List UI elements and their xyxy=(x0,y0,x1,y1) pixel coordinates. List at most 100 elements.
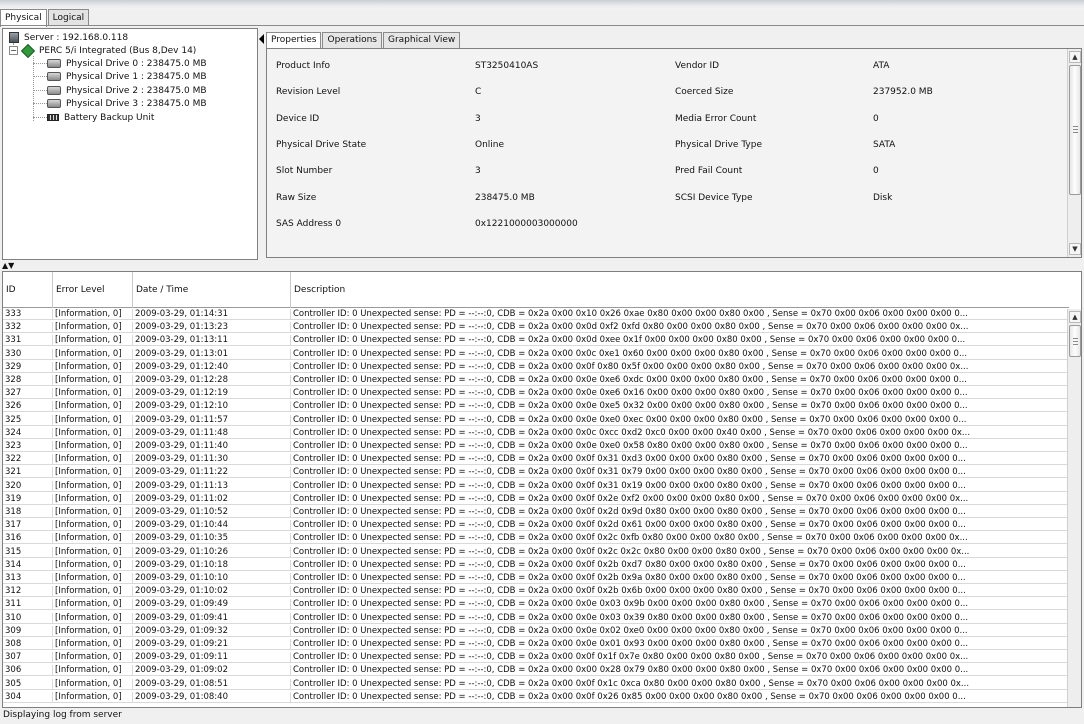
scroll-down-icon[interactable]: ▼ xyxy=(1069,243,1081,255)
table-row[interactable]: 309 [Information, 0] 2009-03-29, 01:09:32 C… xyxy=(3,625,1069,637)
collapse-toggle-icon[interactable]: − xyxy=(9,46,18,55)
tree-item-drive-2[interactable]: Physical Drive 2 : 238475.0 MB xyxy=(47,84,207,97)
table-row[interactable]: 324 [Information, 0] 2009-03-29, 01:11:48 C… xyxy=(3,427,1069,439)
tabs-divider xyxy=(0,25,1084,26)
collapse-left-arrow-icon[interactable] xyxy=(259,34,264,44)
cell-id: 306 xyxy=(3,665,53,677)
table-row[interactable]: 311 [Information, 0] 2009-03-29, 01:09:49 C… xyxy=(3,599,1069,611)
cell-description: Controller ID: 0 Unexpected sense: PD = … xyxy=(293,388,968,399)
table-row[interactable]: 320 [Information, 0] 2009-03-29, 01:11:13 C… xyxy=(3,480,1069,492)
cell-date-time: 2009-03-29, 01:11:30 xyxy=(133,454,291,466)
table-row[interactable]: 313 [Information, 0] 2009-03-29, 01:10:10 C… xyxy=(3,573,1069,584)
column-header-id[interactable]: ID xyxy=(3,272,53,308)
table-row[interactable]: 329 [Information, 0] 2009-03-29, 01:12:40 C… xyxy=(3,361,1069,373)
table-row[interactable]: 321 [Information, 0] 2009-03-29, 01:11:22 C… xyxy=(3,467,1069,479)
cell-date-time: 2009-03-29, 01:13:11 xyxy=(133,335,291,347)
cell-description: Controller ID: 0 Unexpected sense: PD = … xyxy=(293,546,970,557)
table-row[interactable]: 318 [Information, 0] 2009-03-29, 01:10:52 C… xyxy=(3,507,1069,518)
table-row[interactable]: 331 [Information, 0] 2009-03-29, 01:13:11 C… xyxy=(3,335,1069,347)
cell-id: 313 xyxy=(3,573,53,584)
grip-line xyxy=(1073,132,1078,133)
table-row[interactable]: 310 [Information, 0] 2009-03-29, 01:09:41 C… xyxy=(3,612,1069,624)
cell-id: 327 xyxy=(3,388,53,400)
cell-error-level: [Information, 0] xyxy=(53,586,133,598)
table-row[interactable]: 307 [Information, 0] 2009-03-29, 01:09:11 C… xyxy=(3,652,1069,664)
tree-item-battery[interactable]: Battery Backup Unit xyxy=(47,111,154,124)
cell-description: Controller ID: 0 Unexpected sense: PD = … xyxy=(293,361,969,372)
table-row[interactable]: 319 [Information, 0] 2009-03-29, 01:11:02 C… xyxy=(3,493,1069,505)
cell-description: Controller ID: 0 Unexpected sense: PD = … xyxy=(293,467,966,478)
tab-logical[interactable]: Logical xyxy=(47,9,90,26)
horizontal-splitter[interactable]: ▲▼ xyxy=(2,262,22,270)
cell-error-level: [Information, 0] xyxy=(53,546,133,558)
table-row[interactable]: 312 [Information, 0] 2009-03-29, 01:10:02 C… xyxy=(3,586,1069,598)
cell-id: 319 xyxy=(3,493,53,505)
table-row[interactable]: 317 [Information, 0] 2009-03-29, 01:10:44 C… xyxy=(3,520,1069,532)
property-label: SAS Address 0 xyxy=(276,219,342,229)
cell-error-level: [Information, 0] xyxy=(53,427,133,439)
table-row[interactable]: 306 [Information, 0] 2009-03-29, 01:09:02 C… xyxy=(3,665,1069,677)
tree-item-drive-1[interactable]: Physical Drive 1 : 238475.0 MB xyxy=(47,70,207,83)
table-row[interactable]: 315 [Information, 0] 2009-03-29, 01:10:26 C… xyxy=(3,546,1069,558)
tab-operations[interactable]: Operations xyxy=(322,32,382,48)
cell-date-time: 2009-03-29, 01:09:02 xyxy=(133,665,291,677)
grip-line xyxy=(1073,344,1078,345)
table-row[interactable]: 330 [Information, 0] 2009-03-29, 01:13:01 C… xyxy=(3,348,1069,360)
cell-error-level: [Information, 0] xyxy=(53,414,133,426)
grip-line xyxy=(1073,338,1078,339)
column-header-description[interactable]: Description xyxy=(291,272,1069,308)
property-label: Slot Number xyxy=(276,166,333,176)
table-row[interactable]: 322 [Information, 0] 2009-03-29, 01:11:30 C… xyxy=(3,454,1069,466)
tree-item-drive-0[interactable]: Physical Drive 0 : 238475.0 MB xyxy=(47,57,207,70)
tree-item-server[interactable]: Server : 192.168.0.118 xyxy=(9,31,128,44)
table-row[interactable]: 327 [Information, 0] 2009-03-29, 01:12:19 C… xyxy=(3,388,1069,400)
scroll-thumb[interactable] xyxy=(1069,325,1081,357)
property-value: ST3250410AS xyxy=(475,61,539,71)
table-row[interactable]: 314 [Information, 0] 2009-03-29, 01:10:18 C… xyxy=(3,559,1069,571)
cell-error-level: [Information, 0] xyxy=(53,348,133,360)
cell-error-level: [Information, 0] xyxy=(53,361,133,373)
cell-description: Controller ID: 0 Unexpected sense: PD = … xyxy=(293,427,971,438)
property-label: Raw Size xyxy=(276,193,317,203)
vertical-splitter[interactable] xyxy=(259,28,264,260)
tree-item-label: Physical Drive 1 : 238475.0 MB xyxy=(66,71,207,82)
table-row[interactable]: 323 [Information, 0] 2009-03-29, 01:11:40 C… xyxy=(3,441,1069,452)
tree-connector xyxy=(33,76,47,77)
table-row[interactable]: 308 [Information, 0] 2009-03-29, 01:09:21 C… xyxy=(3,639,1069,650)
table-row[interactable]: 326 [Information, 0] 2009-03-29, 01:12:10 C… xyxy=(3,401,1069,413)
table-row[interactable]: 332 [Information, 0] 2009-03-29, 01:13:23 C… xyxy=(3,322,1069,334)
cell-description: Controller ID: 0 Unexpected sense: PD = … xyxy=(293,678,970,689)
table-row[interactable]: 316 [Information, 0] 2009-03-29, 01:10:35 C… xyxy=(3,533,1069,545)
properties-scrollbar[interactable]: ▲ ▼ xyxy=(1067,49,1081,257)
cell-id: 310 xyxy=(3,612,53,624)
grip-line xyxy=(1073,129,1078,130)
table-row[interactable]: 325 [Information, 0] 2009-03-29, 01:11:57 C… xyxy=(3,414,1069,426)
cell-id: 332 xyxy=(3,322,53,334)
table-row[interactable]: 333 [Information, 0] 2009-03-29, 01:14:31 C… xyxy=(3,309,1069,320)
scroll-thumb[interactable] xyxy=(1069,65,1081,195)
table-row[interactable]: 328 [Information, 0] 2009-03-29, 01:12:28 C… xyxy=(3,375,1069,386)
cell-id: 322 xyxy=(3,454,53,466)
cell-id: 311 xyxy=(3,599,53,611)
column-header-date-time[interactable]: Date / Time xyxy=(133,272,291,308)
cell-id: 308 xyxy=(3,639,53,650)
cell-error-level: [Information, 0] xyxy=(53,454,133,466)
tree-item-drive-3[interactable]: Physical Drive 3 : 238475.0 MB xyxy=(47,97,207,110)
grip-line xyxy=(1073,126,1078,127)
expand-down-arrow-icon[interactable]: ▼ xyxy=(8,261,14,270)
tree-item-controller[interactable]: − PERC 5/i Integrated (Bus 8,Dev 14) xyxy=(9,43,196,58)
cell-error-level: [Information, 0] xyxy=(53,612,133,624)
cell-description: Controller ID: 0 Unexpected sense: PD = … xyxy=(293,454,966,465)
column-header-error-level[interactable]: Error Level xyxy=(53,272,133,308)
tab-properties[interactable]: Properties xyxy=(266,32,322,48)
scroll-up-icon[interactable]: ▲ xyxy=(1069,51,1081,63)
property-value: 238475.0 MB xyxy=(475,193,535,203)
property-label: Product Info xyxy=(276,61,331,71)
cell-error-level: [Information, 0] xyxy=(53,691,133,703)
cell-date-time: 2009-03-29, 01:11:13 xyxy=(133,480,291,492)
table-row[interactable]: 304 [Information, 0] 2009-03-29, 01:08:40 C… xyxy=(3,691,1069,703)
log-scrollbar[interactable]: ▲ xyxy=(1067,309,1081,707)
scroll-up-icon[interactable]: ▲ xyxy=(1069,311,1081,323)
tab-graphical-view[interactable]: Graphical View xyxy=(382,32,461,48)
table-row[interactable]: 305 [Information, 0] 2009-03-29, 01:08:51 C… xyxy=(3,678,1069,690)
